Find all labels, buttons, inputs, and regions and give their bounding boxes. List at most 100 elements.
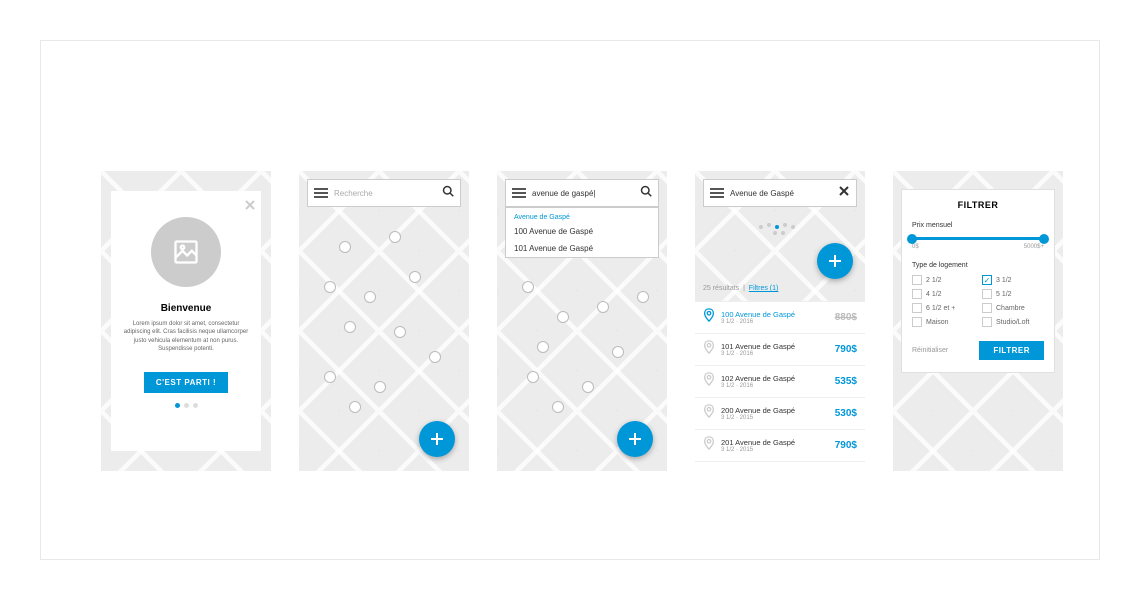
result-title: 100 Avenue de Gaspé bbox=[721, 310, 829, 319]
reset-button[interactable]: Réinitialiser bbox=[912, 347, 948, 354]
result-title: 200 Avenue de Gaspé bbox=[721, 406, 829, 415]
price-min: 0$ bbox=[912, 244, 919, 250]
checkbox-icon bbox=[982, 317, 992, 327]
slider-min-handle[interactable] bbox=[907, 234, 917, 244]
filter-panel: FILTRER Prix mensuel 0$ 5000$+ Type de l… bbox=[901, 189, 1055, 373]
suggestion-item[interactable]: 100 Avenue de Gaspé bbox=[506, 223, 658, 240]
screen-results: Avenue de Gaspé 25 résultats | Filtres (… bbox=[695, 171, 865, 471]
results-list[interactable]: 100 Avenue de Gaspé3 1/2 · 2016880$101 A… bbox=[695, 301, 865, 471]
clear-icon[interactable] bbox=[838, 184, 850, 202]
filters-link[interactable]: Filtres (1) bbox=[749, 285, 779, 292]
pin-icon bbox=[703, 340, 715, 359]
type-checkbox[interactable]: 3 1/2 bbox=[982, 275, 1044, 285]
suggestion-item[interactable]: 101 Avenue de Gaspé bbox=[506, 240, 658, 257]
checkbox-icon bbox=[982, 303, 992, 313]
type-checkbox[interactable]: Maison bbox=[912, 317, 974, 327]
result-subtitle: 3 1/2 · 2015 bbox=[721, 447, 829, 453]
autocomplete-dropdown: Avenue de Gaspé 100 Avenue de Gaspé 101 … bbox=[505, 207, 659, 258]
result-row[interactable]: 100 Avenue de Gaspé3 1/2 · 2016 880$ bbox=[695, 301, 865, 334]
search-input[interactable]: Avenue de Gaspé bbox=[730, 189, 832, 198]
screen-map-autocomplete: avenue de gaspé| Avenue de Gaspé 100 Ave… bbox=[497, 171, 667, 471]
separator: | bbox=[741, 285, 749, 292]
result-title: 201 Avenue de Gaspé bbox=[721, 438, 829, 447]
apply-filter-button[interactable]: FILTRER bbox=[979, 341, 1044, 360]
menu-icon[interactable] bbox=[710, 188, 724, 198]
slider-max-handle[interactable] bbox=[1039, 234, 1049, 244]
dot-2[interactable] bbox=[184, 403, 189, 408]
result-price: 530$ bbox=[835, 408, 857, 419]
checkbox-label: 3 1/2 bbox=[996, 277, 1012, 284]
checkbox-label: Chambre bbox=[996, 305, 1025, 312]
price-label: Prix mensuel bbox=[912, 222, 1044, 229]
result-subtitle: 3 1/2 · 2016 bbox=[721, 383, 829, 389]
result-subtitle: 3 1/2 · 2016 bbox=[721, 319, 829, 325]
results-header: 25 résultats | Filtres (1) bbox=[703, 285, 778, 292]
checkbox-label: 4 1/2 bbox=[926, 291, 942, 298]
flow-arrows bbox=[41, 41, 341, 191]
fab-add-button[interactable] bbox=[617, 421, 653, 457]
results-count: 25 résultats bbox=[703, 285, 739, 292]
screen-filter: FILTRER Prix mensuel 0$ 5000$+ Type de l… bbox=[893, 171, 1063, 471]
type-options: 2 1/2 3 1/2 4 1/2 5 1/2 6 1/2 et + Chambre Mai… bbox=[912, 275, 1044, 327]
pagination-dots bbox=[175, 403, 198, 408]
result-row[interactable]: 201 Avenue de Gaspé3 1/2 · 2015 790$ bbox=[695, 430, 865, 462]
search-bar[interactable]: Avenue de Gaspé bbox=[703, 179, 857, 207]
pin-icon bbox=[703, 404, 715, 423]
pin-icon bbox=[703, 372, 715, 391]
result-title: 102 Avenue de Gaspé bbox=[721, 374, 829, 383]
checkbox-icon bbox=[912, 317, 922, 327]
type-checkbox[interactable]: 2 1/2 bbox=[912, 275, 974, 285]
pin-icon bbox=[703, 436, 715, 455]
checkbox-label: Studio/Loft bbox=[996, 319, 1029, 326]
canvas-frame: Bienvenue Lorem ipsum dolor sit amet, co… bbox=[40, 40, 1100, 560]
result-price: 790$ bbox=[835, 344, 857, 355]
result-row[interactable]: 200 Avenue de Gaspé3 1/2 · 2015 530$ bbox=[695, 398, 865, 430]
onboarding-cta-button[interactable]: C'EST PARTI ! bbox=[144, 372, 228, 393]
suggestion-header[interactable]: Avenue de Gaspé bbox=[506, 208, 658, 223]
menu-icon[interactable] bbox=[314, 188, 328, 198]
type-checkbox[interactable]: 6 1/2 et + bbox=[912, 303, 974, 313]
fab-add-button[interactable] bbox=[419, 421, 455, 457]
checkbox-icon bbox=[912, 289, 922, 299]
checkbox-icon bbox=[912, 275, 922, 285]
screen-map-search: Recherche bbox=[299, 171, 469, 471]
result-row[interactable]: 102 Avenue de Gaspé3 1/2 · 2016 535$ bbox=[695, 366, 865, 398]
search-bar[interactable]: Recherche bbox=[307, 179, 461, 207]
onboarding-body: Lorem ipsum dolor sit amet, consectetur … bbox=[123, 320, 249, 354]
menu-icon[interactable] bbox=[512, 188, 526, 198]
search-input[interactable]: Recherche bbox=[334, 189, 436, 198]
checkbox-label: Maison bbox=[926, 319, 949, 326]
pin-icon bbox=[703, 308, 715, 327]
type-checkbox[interactable]: Studio/Loft bbox=[982, 317, 1044, 327]
filter-title: FILTRER bbox=[912, 200, 1044, 210]
type-checkbox[interactable]: 4 1/2 bbox=[912, 289, 974, 299]
checkbox-icon bbox=[982, 289, 992, 299]
result-title: 101 Avenue de Gaspé bbox=[721, 342, 829, 351]
dot-1[interactable] bbox=[175, 403, 180, 408]
slider-value-labels: 0$ 5000$+ bbox=[912, 244, 1044, 250]
result-row[interactable]: 101 Avenue de Gaspé3 1/2 · 2016 790$ bbox=[695, 334, 865, 366]
checkbox-icon bbox=[982, 275, 992, 285]
type-label: Type de logement bbox=[912, 262, 1044, 269]
fab-add-button[interactable] bbox=[817, 243, 853, 279]
price-slider[interactable] bbox=[912, 237, 1044, 240]
result-subtitle: 3 1/2 · 2015 bbox=[721, 415, 829, 421]
onboarding-card: Bienvenue Lorem ipsum dolor sit amet, co… bbox=[111, 191, 261, 451]
type-checkbox[interactable]: 5 1/2 bbox=[982, 289, 1044, 299]
search-icon[interactable] bbox=[640, 184, 652, 202]
result-price: 790$ bbox=[835, 440, 857, 451]
result-price: 880$ bbox=[835, 312, 857, 323]
close-button[interactable] bbox=[245, 197, 255, 215]
result-subtitle: 3 1/2 · 2016 bbox=[721, 351, 829, 357]
search-icon[interactable] bbox=[442, 184, 454, 202]
screen-onboarding: Bienvenue Lorem ipsum dolor sit amet, co… bbox=[101, 171, 271, 471]
image-placeholder-icon bbox=[151, 217, 221, 287]
search-bar[interactable]: avenue de gaspé| bbox=[505, 179, 659, 207]
checkbox-label: 2 1/2 bbox=[926, 277, 942, 284]
dot-3[interactable] bbox=[193, 403, 198, 408]
result-price: 535$ bbox=[835, 376, 857, 387]
search-input[interactable]: avenue de gaspé| bbox=[532, 189, 634, 198]
type-checkbox[interactable]: Chambre bbox=[982, 303, 1044, 313]
onboarding-title: Bienvenue bbox=[161, 303, 212, 314]
checkbox-icon bbox=[912, 303, 922, 313]
